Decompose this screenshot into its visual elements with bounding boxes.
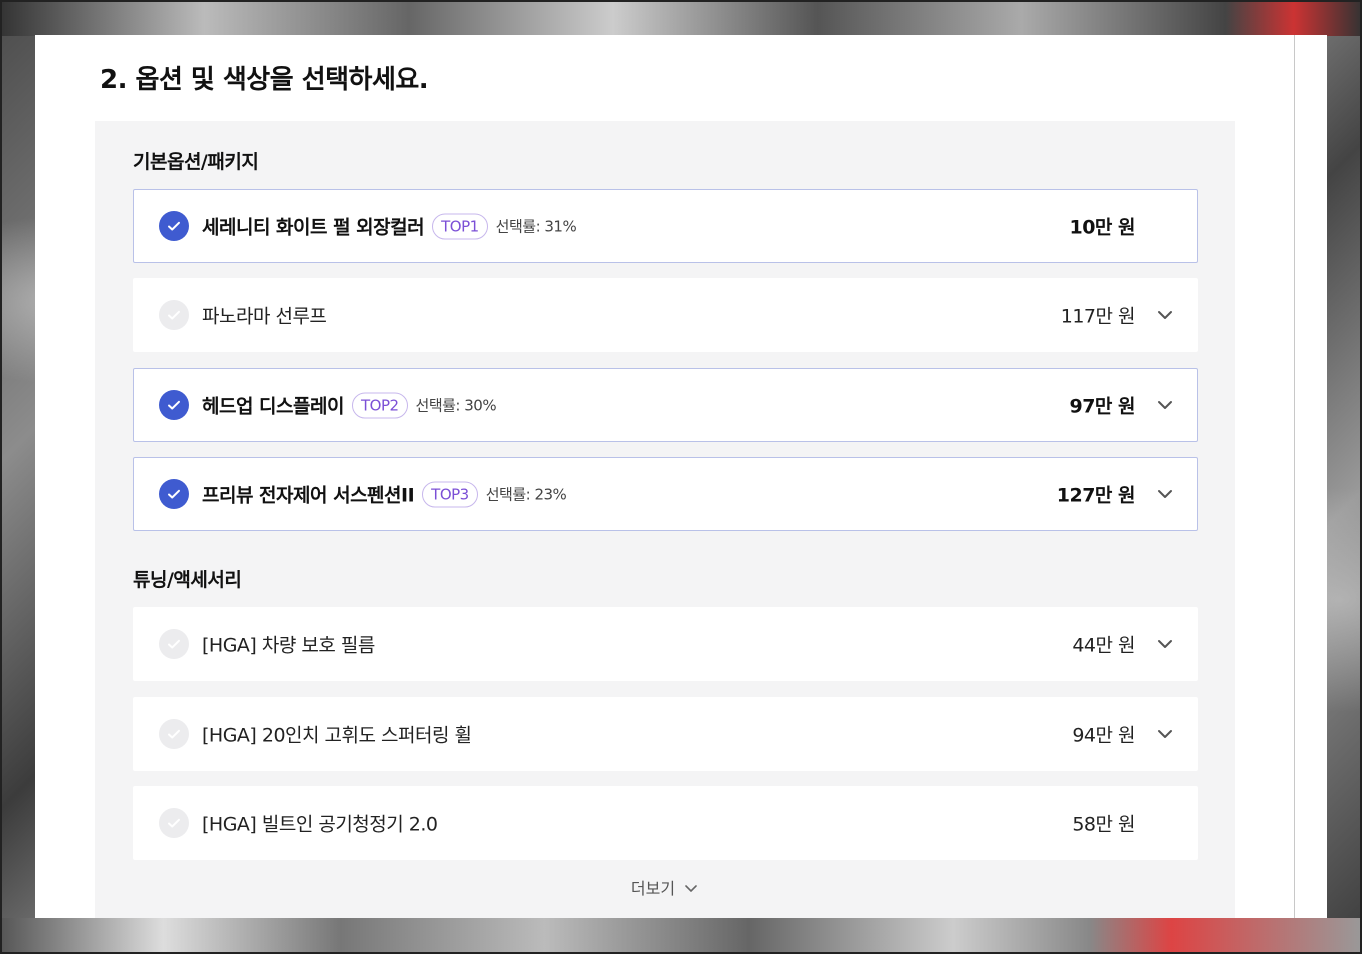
panel-edge xyxy=(1294,35,1295,918)
more-button[interactable]: 더보기 xyxy=(95,875,1235,899)
rank-badge: TOP3 xyxy=(422,481,478,507)
check-icon[interactable] xyxy=(159,808,189,838)
option-row-protection-film[interactable]: [HGA] 차량 보호 필름 44만 원 xyxy=(133,607,1198,681)
option-name: 파노라마 선루프 xyxy=(202,302,327,329)
option-name: 프리뷰 전자제어 서스펜션II TOP3 선택률: 23% xyxy=(202,481,567,508)
check-icon[interactable] xyxy=(159,300,189,330)
selection-rate: 선택률: 30% xyxy=(415,396,497,415)
check-icon[interactable] xyxy=(159,479,189,509)
check-icon[interactable] xyxy=(159,629,189,659)
check-icon[interactable] xyxy=(159,719,189,749)
option-price: 94만 원 xyxy=(1072,724,1135,747)
more-label: 더보기 xyxy=(630,879,676,898)
option-price: 10만 원 xyxy=(1069,216,1135,239)
option-price: 44만 원 xyxy=(1072,634,1135,657)
option-panel: 2. 옵션 및 색상을 선택하세요. 기본옵션/패키지 세레니티 화이트 펄 외… xyxy=(35,35,1327,918)
rank-badge: TOP1 xyxy=(432,213,488,239)
option-name: [HGA] 20인치 고휘도 스퍼터링 휠 xyxy=(202,721,472,748)
selection-rate: 선택률: 23% xyxy=(485,485,567,504)
options-box: 기본옵션/패키지 세레니티 화이트 펄 외장컬러 TOP1 선택률: 31% 1… xyxy=(95,121,1235,918)
option-name-text: 세레니티 화이트 펄 외장컬러 xyxy=(202,216,425,239)
selection-rate: 선택률: 31% xyxy=(495,217,577,236)
option-price: 127만 원 xyxy=(1056,484,1136,507)
chevron-down-icon[interactable] xyxy=(1155,724,1175,744)
option-name: [HGA] 빌트인 공기청정기 2.0 xyxy=(202,810,438,837)
option-name-text: 파노라마 선루프 xyxy=(202,305,327,328)
option-price: 117만 원 xyxy=(1060,305,1136,328)
chevron-down-icon[interactable] xyxy=(1155,484,1175,504)
check-icon[interactable] xyxy=(159,390,189,420)
option-row-head-up-display[interactable]: 헤드업 디스플레이 TOP2 선택률: 30% 97만 원 xyxy=(133,368,1198,442)
chevron-down-icon[interactable] xyxy=(1155,634,1175,654)
option-name-text: 헤드업 디스플레이 xyxy=(202,395,344,418)
option-row-panorama-sunroof[interactable]: 파노라마 선루프 117만 원 xyxy=(133,278,1198,352)
option-name: 헤드업 디스플레이 TOP2 선택률: 30% xyxy=(202,392,497,419)
option-price: 97만 원 xyxy=(1069,395,1135,418)
option-name-text: [HGA] 차량 보호 필름 xyxy=(202,634,375,657)
rank-badge: TOP2 xyxy=(351,392,408,418)
option-name-text: [HGA] 빌트인 공기청정기 2.0 xyxy=(202,813,438,836)
check-icon[interactable] xyxy=(159,211,189,241)
chevron-down-icon[interactable] xyxy=(1155,395,1175,415)
option-name: 세레니티 화이트 펄 외장컬러 TOP1 선택률: 31% xyxy=(202,213,577,240)
option-row-exterior-color[interactable]: 세레니티 화이트 펄 외장컬러 TOP1 선택률: 31% 10만 원 xyxy=(133,189,1198,263)
option-name: [HGA] 차량 보호 필름 xyxy=(202,631,375,658)
option-name-text: 프리뷰 전자제어 서스펜션II xyxy=(202,484,415,507)
chevron-down-icon[interactable] xyxy=(1155,305,1175,325)
section-title-tuning: 튜닝/액세서리 xyxy=(133,569,242,591)
chevron-down-icon xyxy=(685,885,697,892)
option-row-sputtering-wheel[interactable]: [HGA] 20인치 고휘도 스퍼터링 휠 94만 원 xyxy=(133,697,1198,771)
option-row-preview-suspension[interactable]: 프리뷰 전자제어 서스펜션II TOP3 선택률: 23% 127만 원 xyxy=(133,457,1198,531)
page-title: 2. 옵션 및 색상을 선택하세요. xyxy=(100,65,429,95)
option-row-air-purifier[interactable]: [HGA] 빌트인 공기청정기 2.0 58만 원 xyxy=(133,786,1198,860)
section-title-basic: 기본옵션/패키지 xyxy=(133,151,259,173)
option-name-text: [HGA] 20인치 고휘도 스퍼터링 휠 xyxy=(202,724,472,747)
option-price: 58만 원 xyxy=(1072,813,1135,836)
